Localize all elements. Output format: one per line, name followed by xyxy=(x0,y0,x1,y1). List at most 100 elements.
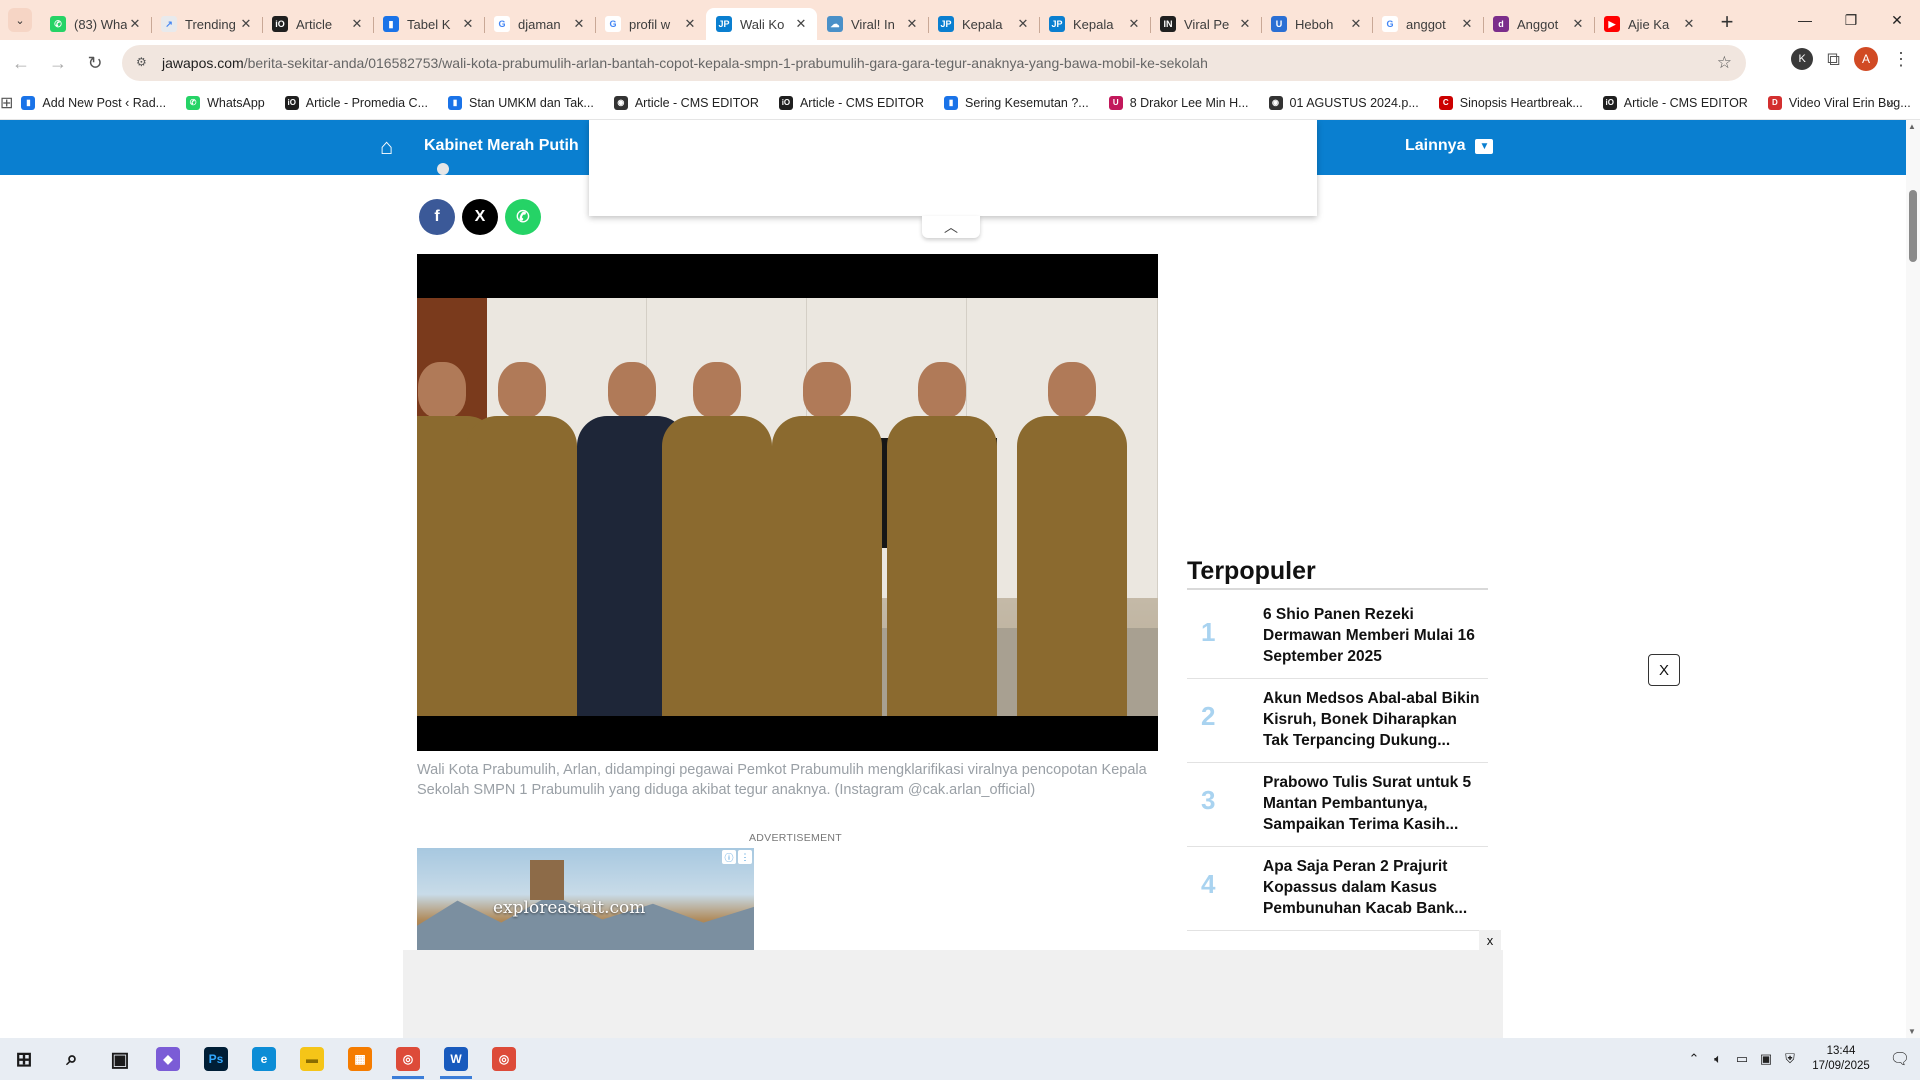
close-window-button[interactable]: ✕ xyxy=(1874,0,1920,40)
close-tab-icon[interactable]: ✕ xyxy=(349,16,365,32)
bookmark-star-icon[interactable]: ☆ xyxy=(1717,53,1732,73)
scrollbar-thumb[interactable] xyxy=(1909,190,1917,262)
close-tab-icon[interactable]: ✕ xyxy=(1681,16,1697,32)
popular-title[interactable]: Prabowo Tulis Surat untuk 5 Mantan Pemba… xyxy=(1263,772,1481,835)
facebook-share-button[interactable]: f xyxy=(419,199,455,235)
orange-app-icon[interactable]: ▦ xyxy=(336,1038,384,1080)
close-tab-icon[interactable]: ✕ xyxy=(793,16,809,32)
notification-icon[interactable]: 🗨︎ xyxy=(1880,1049,1920,1069)
new-tab-button[interactable]: + xyxy=(1711,6,1743,38)
popular-title[interactable]: 6 Shio Panen Rezeki Dermawan Memberi Mul… xyxy=(1263,604,1481,667)
article-video[interactable] xyxy=(417,254,1158,751)
profile-avatar[interactable]: A xyxy=(1854,47,1878,71)
tab-search-button[interactable]: ⌄ xyxy=(0,0,40,40)
close-sticky-ad-button[interactable]: x xyxy=(1479,930,1501,950)
close-tab-icon[interactable]: ✕ xyxy=(571,16,587,32)
popular-item[interactable]: 4 Apa Saja Peran 2 Prajurit Kopassus dala… xyxy=(1187,847,1488,931)
browser-tab[interactable]: ✆ (83) WhatsApp✕ xyxy=(40,8,151,40)
nav-link-kabinet[interactable]: Kabinet Merah Putih xyxy=(424,137,579,155)
browser-tab[interactable]: ☁ Viral! In ✕ xyxy=(817,8,928,40)
kebab-menu-icon[interactable]: ⋮ xyxy=(1892,49,1910,70)
back-button[interactable]: ← xyxy=(5,47,37,79)
close-tab-icon[interactable]: ✕ xyxy=(238,16,254,32)
page-scrollbar[interactable]: ▲ ▼ xyxy=(1906,120,1920,1038)
kebab-menu-icon[interactable]: ⋮ xyxy=(738,850,752,864)
close-tab-icon[interactable]: ✕ xyxy=(1237,16,1253,32)
apps-grid-icon[interactable]: ⊞ xyxy=(0,93,13,113)
bookmark-item[interactable]: ◉ Article - CMS EDITOR xyxy=(613,95,759,110)
browser-tab[interactable]: IN Viral Pe ✕ xyxy=(1150,8,1261,40)
browser-tab[interactable]: ▮ Tabel K ✕ xyxy=(373,8,484,40)
bookmark-item[interactable]: ▮ Sering Kesemutan ?... xyxy=(944,95,1089,110)
advertisement-image[interactable]: exploreasiait.com ⓘ ⋮ xyxy=(417,848,754,951)
task-view-icon[interactable]: ▣ xyxy=(96,1038,144,1080)
bookmark-item[interactable]: ▮ Add New Post ‹ Rad... xyxy=(21,95,166,110)
close-tab-icon[interactable]: ✕ xyxy=(1015,16,1031,32)
browser-tab[interactable]: U Heboh ✕ xyxy=(1261,8,1372,40)
file-explorer-icon[interactable]: ▬ xyxy=(288,1038,336,1080)
chevron-up-icon[interactable]: ⌃ xyxy=(1682,1051,1706,1067)
edge-icon[interactable]: e xyxy=(240,1038,288,1080)
browser-tab[interactable]: Gdjaman ✕ xyxy=(484,8,595,40)
close-tab-icon[interactable]: ✕ xyxy=(1348,16,1364,32)
word-icon[interactable]: W xyxy=(432,1038,480,1080)
close-tab-icon[interactable]: ✕ xyxy=(1459,16,1475,32)
bookmark-item[interactable]: iO Article - Promedia C... xyxy=(284,95,428,110)
chrome-icon[interactable]: ◎ xyxy=(480,1038,528,1080)
address-bar[interactable]: ⚙ jawapos.com/berita-sekitar-anda/016582… xyxy=(122,45,1746,81)
photoshop-icon[interactable]: Ps xyxy=(192,1038,240,1080)
bookmark-item[interactable]: iO Article - CMS EDITOR xyxy=(1602,95,1748,110)
scroll-down-icon[interactable]: ▼ xyxy=(1908,1027,1916,1036)
clock[interactable]: 13:44 17/09/2025 xyxy=(1802,1044,1880,1074)
popular-item[interactable]: 3 Prabowo Tulis Surat untuk 5 Mantan Pemb… xyxy=(1187,763,1488,847)
bookmark-item[interactable]: U 8 Drakor Lee Min H... xyxy=(1108,95,1249,110)
ad-choices[interactable]: ⓘ ⋮ xyxy=(722,850,752,864)
start-icon[interactable]: ⊞ xyxy=(0,1038,48,1080)
display-icon[interactable]: ▣ xyxy=(1754,1051,1778,1067)
browser-tab[interactable]: d Anggot ✕ xyxy=(1483,8,1594,40)
bookmark-item[interactable]: ✆ WhatsApp xyxy=(186,95,265,110)
scroll-up-icon[interactable]: ▲ xyxy=(1908,122,1916,131)
popular-item[interactable]: 2 Akun Medsos Abal-abal Bikin Kisruh, Bon… xyxy=(1187,679,1488,763)
search-icon[interactable]: ⌕ xyxy=(48,1038,96,1080)
popular-item[interactable]: 1 6 Shio Panen Rezeki Dermawan Memberi Mu… xyxy=(1187,595,1488,679)
close-tab-icon[interactable]: ✕ xyxy=(682,16,698,32)
collapse-dropdown-button[interactable]: ︿ xyxy=(922,216,980,238)
chrome-profile-icon[interactable]: ◎ xyxy=(384,1038,432,1080)
bookmark-item[interactable]: iO Article - CMS EDITOR xyxy=(778,95,924,110)
browser-tab[interactable]: iO Article ✕ xyxy=(262,8,373,40)
close-tab-icon[interactable]: ✕ xyxy=(460,16,476,32)
nav-more-menu[interactable]: Lainnya ▼ xyxy=(1405,137,1494,155)
browser-tab[interactable]: JP Kepala ✕ xyxy=(928,8,1039,40)
popular-title[interactable]: Apa Saja Peran 2 Prajurit Kopassus dalam… xyxy=(1263,856,1481,919)
site-info-icon[interactable]: ⚙ xyxy=(136,55,152,71)
network-icon[interactable]: ▭ xyxy=(1730,1051,1754,1067)
browser-tab[interactable]: Ganggot ✕ xyxy=(1372,8,1483,40)
bookmark-item[interactable]: ▮ Stan UMKM dan Tak... xyxy=(448,95,594,110)
whatsapp-share-button[interactable]: ✆ xyxy=(505,199,541,235)
restore-button[interactable]: ❐ xyxy=(1828,0,1874,40)
x-share-button[interactable]: X xyxy=(462,199,498,235)
bookmark-item[interactable]: ◉ 01 AGUSTUS 2024.p... xyxy=(1268,95,1419,110)
popular-title[interactable]: Akun Medsos Abal-abal Bikin Kisruh, Bone… xyxy=(1263,688,1481,751)
close-floating-ad-button[interactable]: X xyxy=(1648,654,1680,686)
home-icon[interactable]: ⌂ xyxy=(380,134,393,160)
close-tab-icon[interactable]: ✕ xyxy=(1570,16,1586,32)
copilot-icon[interactable]: ◆ xyxy=(144,1038,192,1080)
minimize-button[interactable]: — xyxy=(1782,0,1828,40)
browser-tab[interactable]: JP Wali Ko ✕ xyxy=(706,8,817,40)
close-tab-icon[interactable]: ✕ xyxy=(127,16,143,32)
chevron-double-right-icon[interactable]: » xyxy=(1886,94,1894,110)
close-tab-icon[interactable]: ✕ xyxy=(1126,16,1142,32)
reload-button[interactable]: ↻ xyxy=(79,47,111,79)
extension-k-icon[interactable]: K xyxy=(1791,48,1814,70)
forward-button[interactable]: → xyxy=(42,47,74,79)
browser-tab[interactable]: JP Kepala ✕ xyxy=(1039,8,1150,40)
volume-icon[interactable]: 🔈︎ xyxy=(1706,1051,1730,1067)
browser-tab[interactable]: Gprofil w ✕ xyxy=(595,8,706,40)
extensions-icon[interactable]: ⧉ xyxy=(1827,49,1840,70)
security-icon[interactable]: ⛨ xyxy=(1778,1051,1802,1067)
bookmark-item[interactable]: C Sinopsis Heartbreak... xyxy=(1438,95,1583,110)
close-tab-icon[interactable]: ✕ xyxy=(904,16,920,32)
info-icon[interactable]: ⓘ xyxy=(722,850,736,864)
